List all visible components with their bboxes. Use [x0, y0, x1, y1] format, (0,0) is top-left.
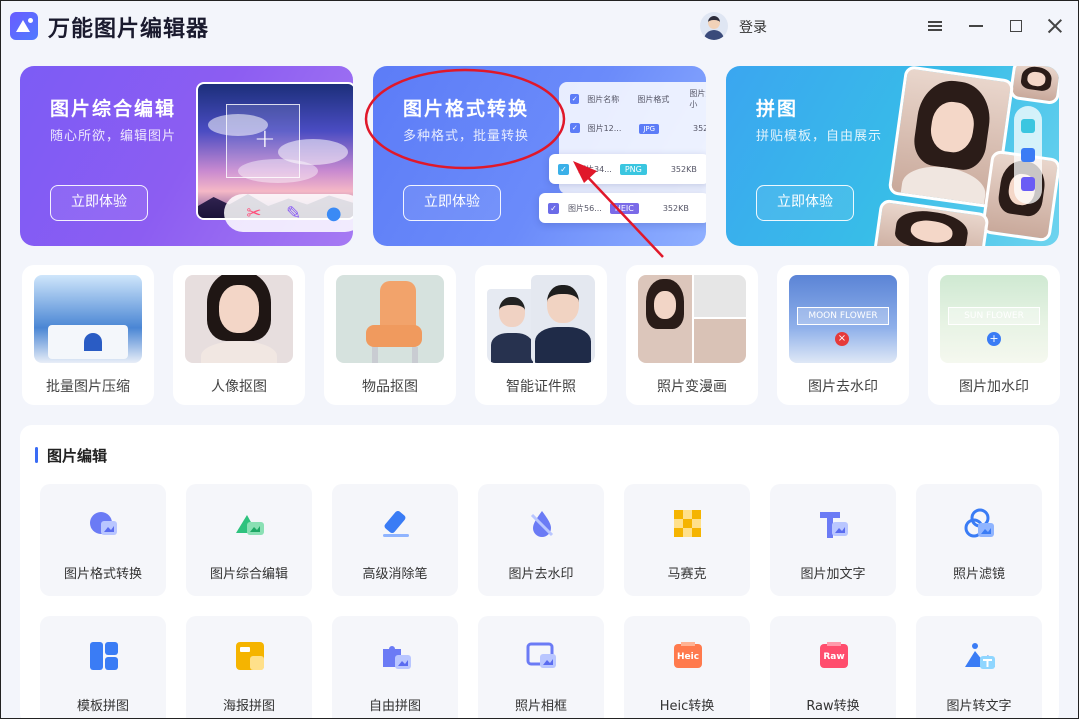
tool-comprehensive-edit[interactable]: 图片综合编辑: [186, 484, 312, 596]
user-avatar[interactable]: [700, 12, 728, 40]
tool-poster-collage[interactable]: 海报拼图: [186, 616, 312, 718]
tile-portrait-cutout[interactable]: 人像抠图: [173, 265, 305, 405]
poster-collage-icon: [236, 642, 264, 670]
layout-dock: [1014, 106, 1042, 204]
tool-format-convert[interactable]: 图片格式转换: [40, 484, 166, 596]
layout-grid-icon: [1021, 119, 1035, 134]
tile-batch-compress[interactable]: 批量图片压缩: [22, 265, 154, 405]
tool-raw-convert[interactable]: Raw Raw转换: [770, 616, 896, 718]
file-card-png: ✓ 图片34... PNG 352KB: [549, 154, 706, 184]
feature-tiles: 批量图片压缩 人像抠图 物品抠图 智能证件照 照片变漫画 MOON FLOWER…: [20, 265, 1060, 407]
tool-mosaic[interactable]: 马赛克: [624, 484, 750, 596]
try-now-button[interactable]: 立即体验: [50, 185, 148, 221]
tile-remove-watermark[interactable]: MOON FLOWER × 图片去水印: [777, 265, 909, 405]
layout-stack-icon: [1021, 147, 1035, 162]
banner-format-convert[interactable]: 图片格式转换 多种格式，批量转换 立即体验 ✓ 图片名称 图片格式 图片大小 ✓…: [373, 66, 706, 246]
try-now-button[interactable]: 立即体验: [756, 185, 854, 221]
banner-title: 图片格式转换: [403, 98, 530, 120]
file-card-heic: ✓ 图片56... HEIC 352KB: [539, 193, 706, 223]
tool-free-collage[interactable]: 自由拼图: [332, 616, 458, 718]
title-bar: 万能图片编辑器 登录: [1, 1, 1078, 53]
free-collage-icon: [383, 646, 411, 669]
sun-flower-thumbnail: SUN FLOWER +: [940, 275, 1048, 363]
tool-heic-convert[interactable]: Heic Heic转换: [624, 616, 750, 718]
remove-icon: ×: [835, 332, 849, 346]
checkbox-icon: ✓: [570, 94, 580, 104]
checkbox-icon: ✓: [570, 123, 580, 133]
scissor-icon: ✂: [246, 202, 262, 224]
template-collage-icon: [90, 642, 118, 670]
banner-subtitle: 随心所欲，编辑图片: [50, 129, 177, 144]
image-to-text-icon: [965, 643, 995, 669]
banner-subtitle: 拼贴模板，自由展示: [756, 129, 883, 144]
app-logo-icon: [10, 12, 38, 40]
remove-watermark-icon: [530, 511, 554, 537]
minimize-icon[interactable]: [963, 13, 989, 39]
id-photo-thumbnail: [487, 275, 595, 363]
layout-column-icon: [1021, 176, 1035, 191]
filter-icon: [964, 508, 994, 538]
app-window: 万能图片编辑器 登录 图片综合编辑 随心所欲，编辑图片 立即体验 + ✂ ✎ ●…: [0, 0, 1079, 719]
drop-icon: ●: [325, 202, 342, 224]
tool-remove-watermark[interactable]: 图片去水印: [478, 484, 604, 596]
tool-photo-filter[interactable]: 照片滤镜: [916, 484, 1042, 596]
photo-frame-icon: [526, 642, 556, 668]
login-link[interactable]: 登录: [739, 17, 767, 37]
app-title: 万能图片编辑器: [48, 17, 210, 42]
comic-thumbnail: [638, 275, 746, 363]
compress-thumbnail: [34, 275, 142, 363]
brush-icon: ✎: [286, 202, 302, 224]
image-edit-section: 图片编辑 图片格式转换 图片综合编辑 高级消除笔 图片去水印 马赛克 图片加文字: [20, 425, 1059, 718]
banner-title: 图片综合编辑: [50, 98, 177, 120]
tool-image-to-text[interactable]: 图片转文字: [916, 616, 1042, 718]
banner-collage[interactable]: 拼图 拼贴模板，自由展示 立即体验: [726, 66, 1059, 246]
tool-template-collage[interactable]: 模板拼图: [40, 616, 166, 718]
close-icon[interactable]: [1042, 13, 1068, 39]
tool-photo-frame[interactable]: 照片相框: [478, 616, 604, 718]
banner-title: 拼图: [756, 98, 799, 120]
menu-icon[interactable]: [922, 13, 948, 39]
tile-photo-to-comic[interactable]: 照片变漫画: [626, 265, 758, 405]
mosaic-icon: [674, 510, 701, 537]
tool-dock: ✂ ✎ ●: [224, 194, 353, 232]
banner-comprehensive-edit[interactable]: 图片综合编辑 随心所欲，编辑图片 立即体验 + ✂ ✎ ●: [20, 66, 353, 246]
tile-add-watermark[interactable]: SUN FLOWER + 图片加水印: [928, 265, 1060, 405]
maximize-icon[interactable]: [1003, 13, 1029, 39]
tile-id-photo[interactable]: 智能证件照: [475, 265, 607, 405]
add-text-icon: [820, 512, 848, 538]
add-icon: +: [987, 332, 1001, 346]
tile-object-cutout[interactable]: 物品抠图: [324, 265, 456, 405]
moon-flower-thumbnail: MOON FLOWER ×: [789, 275, 897, 363]
section-title: 图片编辑: [47, 447, 108, 465]
banner-subtitle: 多种格式，批量转换: [403, 129, 530, 144]
format-convert-icon: [90, 512, 117, 535]
collage-photo: [1008, 66, 1059, 106]
tool-eraser-pen[interactable]: 高级消除笔: [332, 484, 458, 596]
section-accent-bar: [35, 447, 38, 463]
tool-add-text[interactable]: 图片加文字: [770, 484, 896, 596]
chair-thumbnail: [336, 275, 444, 363]
try-now-button[interactable]: 立即体验: [403, 185, 501, 221]
portrait-thumbnail: [185, 275, 293, 363]
eraser-pen-icon: [383, 510, 409, 537]
comprehensive-edit-icon: [236, 515, 264, 535]
